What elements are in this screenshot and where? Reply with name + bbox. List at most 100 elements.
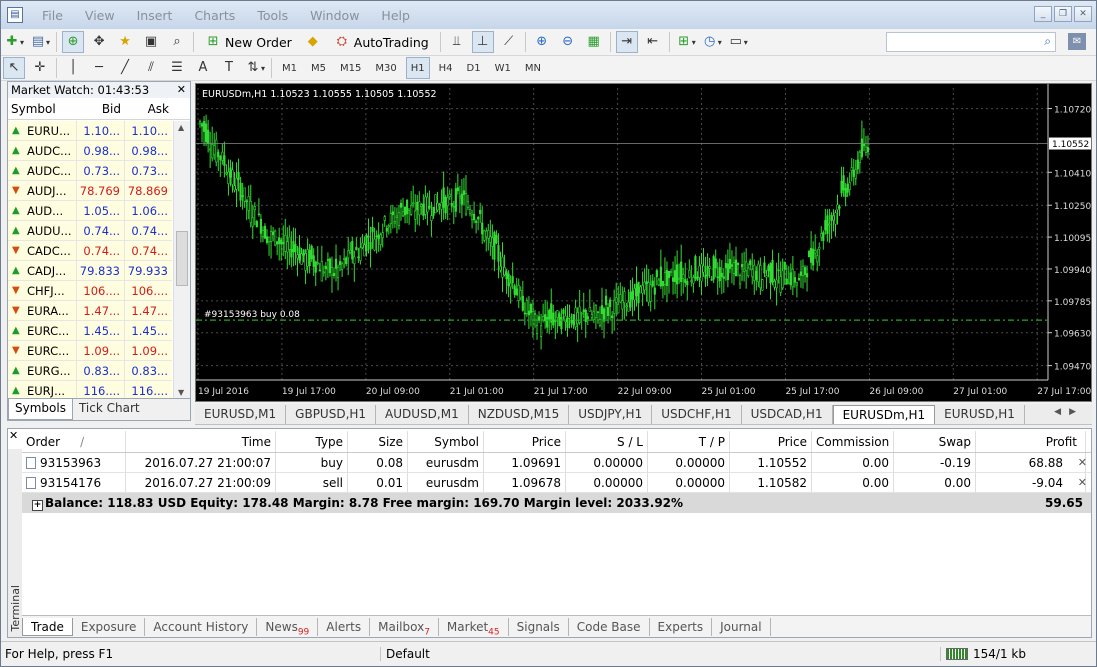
metaeditor-button[interactable]: ◆ bbox=[302, 31, 324, 53]
column-symbol[interactable]: Symbol bbox=[8, 98, 76, 119]
tab-tick-chart[interactable]: Tick Chart bbox=[73, 399, 146, 420]
horizontal-line-tool[interactable]: ─ bbox=[88, 57, 110, 79]
column-size[interactable]: Size bbox=[348, 431, 408, 452]
new-chart-button[interactable]: ✚ ▾ bbox=[3, 31, 25, 53]
templates-button[interactable]: ▭ ▾ bbox=[727, 31, 749, 53]
expand-icon[interactable]: + bbox=[32, 500, 43, 511]
menu-help[interactable]: Help bbox=[370, 8, 421, 23]
tile-windows-button[interactable]: ▦ bbox=[583, 31, 605, 53]
market-watch-row[interactable]: ▼ AUDJ... 78.769 78.869 bbox=[8, 181, 172, 201]
crosshair-tool[interactable]: ✛ bbox=[29, 57, 51, 79]
fibonacci-tool[interactable]: ☰ bbox=[166, 57, 188, 79]
column-symbol[interactable]: Symbol bbox=[408, 431, 484, 452]
new-order-button[interactable]: ⊞ New Order bbox=[199, 31, 298, 53]
timeframe-m5[interactable]: M5 bbox=[306, 57, 331, 79]
close-icon[interactable]: ✕ bbox=[177, 82, 186, 98]
timeframe-h4[interactable]: H4 bbox=[434, 57, 458, 79]
column-open-price[interactable]: Price bbox=[484, 431, 566, 452]
market-watch-row[interactable]: ▲ CADJ... 79.833 79.933 bbox=[8, 261, 172, 281]
column-time[interactable]: Time bbox=[126, 431, 276, 452]
chart-tab[interactable]: AUDUSD,M1 bbox=[376, 405, 469, 424]
close-order-icon[interactable]: ✕ bbox=[1078, 473, 1087, 493]
column-order[interactable]: Order / bbox=[22, 431, 126, 452]
timeframe-w1[interactable]: W1 bbox=[490, 57, 516, 79]
tab-news[interactable]: News99 bbox=[257, 617, 319, 637]
chart-shift-button[interactable]: ⇤ bbox=[642, 31, 664, 53]
price-chart[interactable]: 1.10720 1.10410 1.10250 1.10095 1.09940 1.097… bbox=[195, 83, 1092, 402]
close-icon[interactable]: ✕ bbox=[9, 429, 18, 442]
timeframe-m1[interactable]: M1 bbox=[277, 57, 302, 79]
tab-journal[interactable]: Journal bbox=[712, 617, 771, 636]
timeframe-m30[interactable]: M30 bbox=[370, 57, 401, 79]
tab-market[interactable]: Market45 bbox=[439, 617, 509, 637]
column-current-price[interactable]: Price bbox=[730, 431, 812, 452]
vertical-line-tool[interactable]: │ bbox=[62, 57, 84, 79]
menu-view[interactable]: View bbox=[74, 8, 126, 23]
balance-row[interactable]: + Balance: 118.83 USD Equity: 178.48 Marg… bbox=[22, 493, 1091, 513]
scroll-down-icon[interactable]: ▼ bbox=[178, 388, 184, 397]
chart-tab[interactable]: EURUSD,H1 bbox=[935, 405, 1025, 424]
menu-window[interactable]: Window bbox=[299, 8, 370, 23]
timeframe-d1[interactable]: D1 bbox=[462, 57, 486, 79]
market-watch-row[interactable]: ▲ EURU... 1.10... 1.10... bbox=[8, 121, 172, 141]
menu-tools[interactable]: Tools bbox=[246, 8, 299, 23]
scroll-thumb[interactable] bbox=[176, 231, 188, 286]
order-row[interactable]: 93154176 2016.07.27 21:00:09 sell 0.01 eurus… bbox=[22, 473, 1091, 493]
scroll-up-icon[interactable]: ▲ bbox=[178, 123, 184, 132]
menu-insert[interactable]: Insert bbox=[126, 8, 184, 23]
cursor-tool[interactable]: ↖ bbox=[3, 57, 25, 79]
market-watch-scrollbar[interactable]: ▲ ▼ bbox=[173, 121, 190, 399]
column-ask[interactable]: Ask bbox=[124, 98, 172, 119]
messages-button[interactable]: ✉ bbox=[1068, 33, 1086, 50]
market-watch-row[interactable]: ▼ CADC... 0.74... 0.74... bbox=[8, 241, 172, 261]
auto-scroll-button[interactable]: ⇥ bbox=[615, 31, 638, 53]
indicators-button[interactable]: ⊞ ▾ bbox=[675, 31, 697, 53]
chart-tab[interactable]: USDCHF,H1 bbox=[652, 405, 742, 424]
order-row[interactable]: 93153963 2016.07.27 21:00:07 buy 0.08 eurusd… bbox=[22, 453, 1091, 473]
tab-experts[interactable]: Experts bbox=[650, 617, 713, 636]
profiles-button[interactable]: ▤ ▾ bbox=[29, 31, 51, 53]
column-take-profit[interactable]: T / P bbox=[648, 431, 730, 452]
status-connection[interactable]: 154/1 kb bbox=[941, 647, 1026, 661]
market-watch-row[interactable]: ▲ AUDU... 0.74... 0.74... bbox=[8, 221, 172, 241]
bar-chart-button[interactable]: ⫫ bbox=[446, 31, 468, 53]
strategy-tester-button[interactable]: ⌕ bbox=[166, 31, 188, 53]
chart-tab[interactable]: GBPUSD,H1 bbox=[286, 405, 377, 424]
market-watch-row[interactable]: ▲ EURG... 0.83... 0.83... bbox=[8, 361, 172, 381]
tab-symbols[interactable]: Symbols bbox=[8, 399, 73, 420]
arrows-tool[interactable]: ⇅ ▾ bbox=[244, 57, 266, 79]
timeframe-m15[interactable]: M15 bbox=[335, 57, 366, 79]
periods-button[interactable]: ◷ ▾ bbox=[701, 31, 723, 53]
minimize-button[interactable]: _ bbox=[1034, 6, 1052, 22]
tab-exposure[interactable]: Exposure bbox=[73, 617, 146, 636]
terminal-button[interactable]: ▣ bbox=[140, 31, 162, 53]
search-icon[interactable]: ⌕ bbox=[1044, 34, 1051, 49]
timeframe-h1[interactable]: H1 bbox=[405, 57, 430, 79]
restore-button[interactable]: ❐ bbox=[1054, 6, 1072, 22]
menu-charts[interactable]: Charts bbox=[183, 8, 246, 23]
timeframe-mn[interactable]: MN bbox=[520, 57, 546, 79]
close-order-icon[interactable]: ✕ bbox=[1078, 453, 1087, 473]
column-stop-loss[interactable]: S / L bbox=[566, 431, 648, 452]
search-input[interactable]: ⌕ bbox=[886, 32, 1056, 52]
line-chart-button[interactable]: ⟋ bbox=[498, 31, 520, 53]
tab-code-base[interactable]: Code Base bbox=[569, 617, 650, 636]
tab-account-history[interactable]: Account History bbox=[145, 617, 258, 636]
data-window-button[interactable]: ✥ bbox=[88, 31, 110, 53]
navigator-button[interactable]: ★ bbox=[114, 31, 136, 53]
market-watch-row[interactable]: ▼ EURA... 1.47... 1.47... bbox=[8, 301, 172, 321]
tab-signals[interactable]: Signals bbox=[509, 617, 569, 636]
chart-tab[interactable]: NZDUSD,M15 bbox=[469, 405, 570, 424]
chart-tab[interactable]: USDJPY,H1 bbox=[569, 405, 653, 424]
tab-trade[interactable]: Trade bbox=[22, 617, 73, 636]
market-watch-row[interactable]: ▼ EURC... 1.09... 1.09... bbox=[8, 341, 172, 361]
zoom-out-button[interactable]: ⊖ bbox=[557, 31, 579, 53]
close-button[interactable]: ✕ bbox=[1074, 6, 1092, 22]
tab-mailbox[interactable]: Mailbox7 bbox=[370, 617, 439, 637]
app-icon[interactable]: ▤ bbox=[7, 7, 23, 23]
channel-tool[interactable]: ⫽ bbox=[140, 57, 162, 79]
chart-tab[interactable]: USDCAD,H1 bbox=[742, 405, 833, 424]
column-commission[interactable]: Commission bbox=[812, 431, 894, 452]
chart-tab[interactable]: EURUSDm,H1 bbox=[832, 405, 936, 424]
market-watch-row[interactable]: ▲ AUDC... 0.98... 0.98... bbox=[8, 141, 172, 161]
